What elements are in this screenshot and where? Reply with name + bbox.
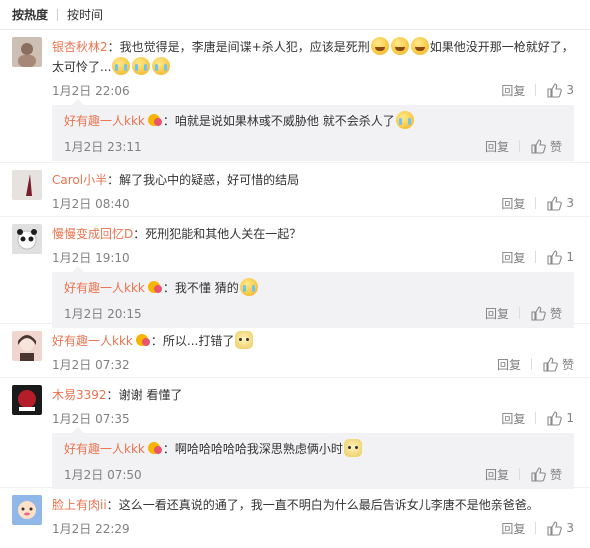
thumbs-up-icon — [547, 196, 563, 211]
avatar-image — [12, 170, 42, 200]
avatar-image — [12, 331, 42, 361]
comment-item: 木易3392：谢谢 看懂了 1月2日 07:35 回复 1 好有趣一人kkk ：啊… — [0, 378, 590, 489]
reply-box: 好有趣一人kkk ：啊哈哈哈哈哈我深思熟虑俩小时 1月2日 07:50 回复 赞 — [52, 427, 574, 489]
crying-emoji-icon — [132, 57, 151, 75]
comment-time: 1月2日 19:10 — [52, 250, 130, 265]
like-button[interactable]: 3 — [546, 195, 574, 211]
reply-time: 1月2日 07:50 — [64, 467, 142, 482]
thumbs-up-icon — [547, 250, 563, 265]
cat-emoji-icon — [343, 439, 362, 457]
comment-time: 1月2日 07:32 — [52, 357, 130, 372]
avatar-image — [12, 495, 42, 525]
comment-text: 银杏秋林2：我也觉得是，李唐是间谍+杀人犯，应该是死刑 如果他没开那一枪就好了，太… — [52, 37, 574, 77]
reply-button[interactable]: 回复 — [501, 410, 525, 427]
vip-badge-icon — [147, 114, 162, 126]
like-button[interactable]: 赞 — [530, 138, 562, 155]
crying-emoji-icon — [395, 111, 414, 129]
avatar-image — [12, 224, 42, 254]
sort-by-hot-tab[interactable]: 按热度 — [12, 6, 48, 23]
thumbs-up-icon — [531, 139, 546, 154]
reply-button[interactable]: 回复 — [501, 249, 525, 266]
reply-box: 好有趣一人kkk ：我不懂 猜的 1月2日 20:15 回复 赞 — [52, 266, 574, 328]
thumbs-up-icon — [543, 357, 558, 372]
avatar[interactable] — [12, 37, 42, 67]
vip-badge-icon — [147, 442, 162, 454]
like-button[interactable]: 3 — [546, 520, 574, 536]
sort-divider — [57, 8, 59, 21]
thumbs-up-icon — [547, 411, 563, 426]
comment-username[interactable]: Carol小半 — [52, 173, 107, 187]
crying-emoji-icon — [239, 278, 258, 296]
comment-time: 1月2日 08:40 — [52, 196, 130, 211]
comment-username[interactable]: 慢慢变成回忆D — [52, 227, 133, 241]
comment-item: 好有趣一人kkk ：所以...打错了 1月2日 07:32 回复 赞 — [0, 324, 590, 378]
like-button[interactable]: 1 — [546, 249, 574, 265]
reply-button[interactable]: 回复 — [501, 520, 525, 537]
like-button[interactable]: 赞 — [530, 466, 562, 483]
avatar[interactable] — [12, 224, 42, 254]
thumbs-up-icon — [531, 306, 546, 321]
thumbs-up-icon — [547, 521, 563, 536]
comment-item: Carol小半：解了我心中的疑惑，好可惜的结局 1月2日 08:40 回复 3 — [0, 163, 590, 217]
comment-username[interactable]: 脸上有肉ii — [52, 498, 107, 512]
comment-username[interactable]: 银杏秋林2 — [52, 40, 108, 54]
reply-username[interactable]: 好有趣一人kkk — [64, 114, 145, 128]
avatar-image — [12, 37, 42, 67]
vip-badge-icon — [147, 281, 162, 293]
reply-button[interactable]: 回复 — [485, 138, 509, 155]
reply-username[interactable]: 好有趣一人kkk — [64, 281, 145, 295]
comment-username[interactable]: 好有趣一人kkk — [52, 334, 133, 348]
comment-item: 银杏秋林2：我也觉得是，李唐是间谍+杀人犯，应该是死刑 如果他没开那一枪就好了，太… — [0, 30, 590, 163]
comment-time: 1月2日 22:29 — [52, 521, 130, 536]
crying-emoji-icon — [112, 57, 131, 75]
avatar-image — [12, 385, 42, 415]
cat-emoji-icon — [235, 331, 254, 349]
comment-time: 1月2日 22:06 — [52, 83, 130, 98]
reply-button[interactable]: 回复 — [485, 466, 509, 483]
like-button[interactable]: 赞 — [542, 356, 574, 373]
thumbs-up-icon — [547, 83, 563, 98]
avatar[interactable] — [12, 495, 42, 525]
comment-item: 脸上有肉ii：这么一看还真说的通了，我一直不明白为什么最后告诉女儿李唐不是他亲爸… — [0, 488, 590, 546]
reply-username[interactable]: 好有趣一人kkk — [64, 442, 145, 456]
reply-button[interactable]: 回复 — [485, 305, 509, 322]
avatar[interactable] — [12, 385, 42, 415]
like-button[interactable]: 1 — [546, 410, 574, 426]
laugh-cry-emoji-icon — [370, 37, 389, 55]
sort-by-time-tab[interactable]: 按时间 — [67, 6, 103, 23]
like-button[interactable]: 赞 — [530, 305, 562, 322]
comment-username[interactable]: 木易3392 — [52, 388, 107, 402]
like-button[interactable]: 3 — [546, 82, 574, 98]
reply-box: 好有趣一人kkk ：咱就是说如果林彧不威胁他 就不会杀人了 1月2日 23:11 … — [52, 99, 574, 161]
crying-emoji-icon — [152, 57, 171, 75]
reply-time: 1月2日 20:15 — [64, 306, 142, 321]
reply-time: 1月2日 23:11 — [64, 139, 142, 154]
laugh-cry-emoji-icon — [410, 37, 429, 55]
sort-bar: 按热度 按时间 — [0, 0, 590, 30]
comment-item: 慢慢变成回忆D：死刑犯能和其他人关在一起？ 1月2日 19:10 回复 1 好有… — [0, 217, 590, 328]
vip-badge-icon — [135, 334, 150, 346]
reply-button[interactable]: 回复 — [501, 82, 525, 99]
avatar[interactable] — [12, 170, 42, 200]
laugh-cry-emoji-icon — [390, 37, 409, 55]
avatar[interactable] — [12, 331, 42, 361]
reply-button[interactable]: 回复 — [501, 195, 525, 212]
reply-button[interactable]: 回复 — [497, 356, 521, 373]
thumbs-up-icon — [531, 467, 546, 482]
comment-time: 1月2日 07:35 — [52, 411, 130, 426]
